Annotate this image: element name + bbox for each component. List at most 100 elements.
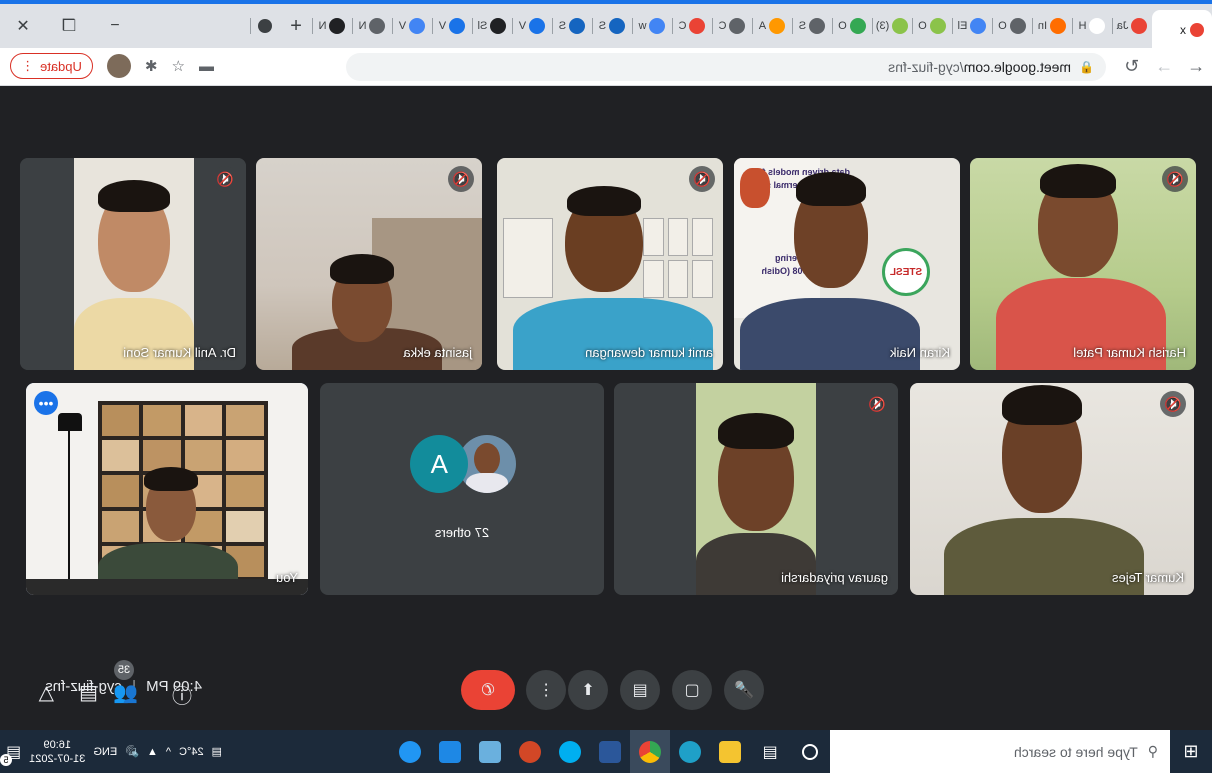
browser-tab[interactable]: H — [1072, 6, 1112, 46]
tab-label: V — [518, 20, 527, 32]
tab-active[interactable]: x — [1152, 10, 1212, 50]
task-view-icon[interactable]: ▤ — [750, 730, 790, 773]
tab-label: C — [718, 20, 727, 32]
tab-search-icon[interactable] — [250, 6, 280, 46]
taskbar-search-box[interactable]: ⚲ Type here to search — [830, 730, 1170, 773]
tab-favicon-icon — [369, 18, 386, 34]
more-options-icon[interactable]: ••• — [34, 391, 58, 415]
new-tab-button[interactable]: + — [280, 15, 312, 38]
tab-favicon-icon — [729, 18, 746, 34]
browser-tab[interactable]: S — [592, 6, 632, 46]
participant-tile[interactable]: 🔇 amit kumar dewangan — [497, 158, 723, 370]
browser-tab[interactable]: (3) — [872, 6, 912, 46]
search-placeholder: Type here to search — [1013, 743, 1138, 760]
cortana-icon[interactable] — [790, 730, 830, 773]
floor-lamp — [50, 423, 70, 583]
back-icon[interactable]: ← — [1180, 56, 1212, 77]
mic-off-icon: 🔇 — [448, 166, 474, 192]
tab-favicon-icon — [490, 18, 507, 34]
reload-icon[interactable]: ↻ — [1116, 56, 1148, 77]
browser-tab[interactable]: C — [712, 6, 752, 46]
people-icon[interactable]: 👥 — [113, 680, 138, 705]
participant-name: amit kumar dewangan — [585, 345, 713, 360]
participant-tile[interactable]: 🔇 jasinta ekka — [256, 158, 482, 370]
captions-button[interactable]: ▤ — [620, 670, 660, 710]
browser-tab[interactable]: O — [832, 6, 872, 46]
chrome-icon[interactable] — [630, 730, 670, 773]
lock-icon: 🔒 — [1079, 59, 1094, 74]
language-indicator[interactable]: ENG — [93, 746, 117, 758]
volume-icon[interactable]: 🔊 — [125, 745, 139, 758]
chat-icon[interactable]: ▤ — [79, 680, 98, 705]
weather-icon[interactable]: ▤ — [212, 745, 222, 758]
taskbar-clock[interactable]: 16:09 31-07-2021 — [29, 738, 85, 766]
self-tile[interactable]: ••• You — [26, 383, 308, 595]
clock-date: 31-07-2021 — [29, 752, 86, 765]
browser-tab[interactable]: O — [912, 6, 952, 46]
browser-tab[interactable]: O — [992, 6, 1032, 46]
paint-icon[interactable] — [470, 730, 510, 773]
update-button[interactable]: Update ⋮ — [10, 53, 93, 79]
network-icon[interactable]: ▲ — [147, 746, 158, 758]
others-label: 27 others — [434, 525, 490, 540]
system-tray: ▤ 24°C ^ ▲ 🔊 ENG 16:09 31-07-2021 ▤ 5 — [0, 730, 222, 773]
windows-start-icon[interactable]: ⊞ — [1170, 741, 1212, 762]
minimize-button[interactable]: − — [92, 17, 138, 35]
forward-icon[interactable]: → — [1148, 56, 1180, 77]
address-bar[interactable]: 🔒 meet.google.com/cyg-fiuz-fns — [346, 52, 1106, 81]
video-feed — [910, 383, 1194, 595]
tab-label: El — [957, 20, 968, 32]
participant-tile[interactable]: 🔇 Harish Kumar Patel — [970, 158, 1196, 370]
others-tile[interactable]: A 27 others — [320, 383, 604, 595]
browser-tab[interactable]: S — [792, 6, 832, 46]
cast-icon[interactable]: ▬ — [199, 58, 214, 75]
activities-icon[interactable]: △ — [39, 680, 54, 705]
end-call-button[interactable]: ✆ — [461, 670, 515, 710]
tab-favicon-icon — [609, 18, 626, 34]
photos-icon[interactable] — [430, 730, 470, 773]
browser-tab[interactable]: w — [632, 6, 672, 46]
participant-tile[interactable]: 🔇 Kumar Tejes — [910, 383, 1194, 595]
participant-tile[interactable]: data driven models fo nalysis of thermal… — [734, 158, 960, 370]
browser-tab[interactable]: Ja — [1112, 6, 1152, 46]
help-icon[interactable] — [390, 730, 430, 773]
camera-button[interactable]: ▢ — [672, 670, 712, 710]
browser-tab[interactable]: A — [752, 6, 792, 46]
notifications-icon[interactable]: ▤ 5 — [0, 742, 21, 766]
tab-label: w — [638, 20, 647, 32]
show-hidden-icons[interactable]: ^ — [166, 746, 171, 758]
browser-tab[interactable]: C — [672, 6, 712, 46]
word-icon[interactable] — [590, 730, 630, 773]
browser-tab[interactable]: N — [352, 6, 392, 46]
mic-button[interactable]: 🎤 — [724, 670, 764, 710]
weather-temp[interactable]: 24°C — [179, 746, 204, 758]
restore-button[interactable]: ❐ — [46, 16, 92, 36]
close-window-button[interactable]: ✕ — [0, 16, 46, 36]
more-options-button[interactable]: ⋮ — [526, 670, 566, 710]
browser-tab[interactable]: S — [552, 6, 592, 46]
browser-tab[interactable]: El — [952, 6, 992, 46]
star-icon[interactable]: ☆ — [172, 57, 185, 75]
skype-icon[interactable] — [550, 730, 590, 773]
powerpoint-icon[interactable] — [510, 730, 550, 773]
tab-close-icon[interactable]: x — [1180, 23, 1186, 37]
tab-label: S — [598, 20, 607, 32]
tab-label: C — [678, 20, 687, 32]
file-explorer-icon[interactable] — [710, 730, 750, 773]
browser-tab[interactable]: V — [392, 6, 432, 46]
extensions-icon[interactable]: ✱ — [145, 57, 158, 75]
browser-tab[interactable]: In — [1032, 6, 1072, 46]
tab-favicon-icon — [892, 18, 909, 34]
edge-icon[interactable] — [670, 730, 710, 773]
participant-tile[interactable]: 🔇 Dr. Anil Kumar Soni — [20, 158, 246, 370]
browser-tab[interactable]: V — [432, 6, 472, 46]
browser-tab[interactable]: N — [312, 6, 352, 46]
participant-tile[interactable]: 🔇 gaurav priyadarshi — [614, 383, 898, 595]
browser-tab[interactable]: V — [512, 6, 552, 46]
info-icon[interactable]: ⓘ — [172, 680, 192, 709]
profile-icon[interactable] — [106, 54, 131, 78]
clock-time: 16:09 — [43, 738, 72, 751]
present-button[interactable]: ⬆ — [568, 670, 608, 710]
tab-favicon-icon — [569, 18, 586, 34]
browser-tab[interactable]: Sl — [472, 6, 512, 46]
